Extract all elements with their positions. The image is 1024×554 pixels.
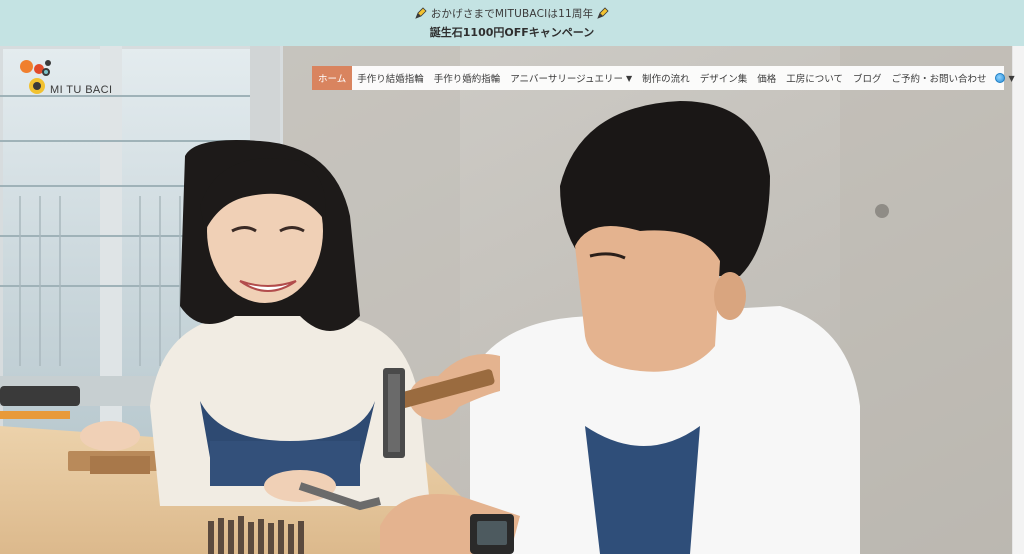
logo-brand-text: MI TU BACI [50, 84, 113, 96]
nav-label: ホーム [318, 74, 347, 85]
nav-item-process[interactable]: 制作の流れ [637, 66, 695, 90]
chevron-down-icon: ▼ [626, 73, 633, 83]
hero-photo-illustration [0, 46, 1012, 554]
logo-dot-black [45, 60, 51, 66]
nav-label: 工房について [786, 74, 843, 85]
nav-item-designs[interactable]: デザイン集 [695, 66, 753, 90]
logo-dot-ring [33, 82, 41, 90]
nav-item-home[interactable]: ホーム [312, 66, 353, 90]
nav-item-anniversary-jewelry[interactable]: アニバーサリージュエリー ▼ [505, 66, 637, 90]
pencil-icon [415, 7, 427, 19]
nav-item-blog[interactable]: ブログ [848, 66, 887, 90]
logo-dot-teal [42, 68, 50, 76]
logo-dot-orange [20, 60, 33, 73]
announcement-bar: おかげさまでMITUBACIは11周年 誕生石1100円OFFキャンペーン [0, 0, 1024, 46]
nav-label: 制作の流れ [642, 74, 690, 85]
main-navigation: ホーム 手作り結婚指輪 手作り婚約指輪 アニバーサリージュエリー ▼ 制作の流れ… [312, 66, 1015, 90]
nav-item-contact[interactable]: ご予約・お問い合わせ [886, 66, 991, 90]
nav-label: 価格 [757, 74, 777, 85]
nav-label: ブログ [852, 74, 882, 85]
site-logo[interactable]: MI TU BACI [20, 56, 120, 102]
pencil-icon [597, 7, 609, 19]
hero-image [0, 46, 1012, 554]
chevron-down-icon: ▼ [1008, 73, 1015, 83]
nav-label: ご予約・お問い合わせ [891, 74, 987, 85]
nav-label: アニバーサリージュエリー [510, 74, 624, 85]
announcement-text-1: おかげさまでMITUBACIは11周年 [430, 8, 594, 20]
nav-item-price[interactable]: 価格 [752, 66, 781, 90]
nav-item-about[interactable]: 工房について [781, 66, 848, 90]
campaign-link[interactable]: 誕生石1100円OFFキャンペーン [0, 24, 1024, 40]
globe-icon [995, 73, 1006, 83]
nav-label: 手作り婚約指輪 [433, 74, 501, 85]
announcement-line-1: おかげさまでMITUBACIは11周年 [0, 6, 1024, 21]
nav-label: デザイン集 [699, 74, 748, 85]
nav-item-engagement-rings[interactable]: 手作り婚約指輪 [429, 66, 506, 90]
nav-label: 手作り結婚指輪 [357, 74, 424, 85]
nav-item-wedding-rings[interactable]: 手作り結婚指輪 [352, 66, 429, 90]
language-switcher[interactable]: ▼ [991, 66, 1018, 90]
page-scrollbar[interactable] [1012, 46, 1024, 554]
